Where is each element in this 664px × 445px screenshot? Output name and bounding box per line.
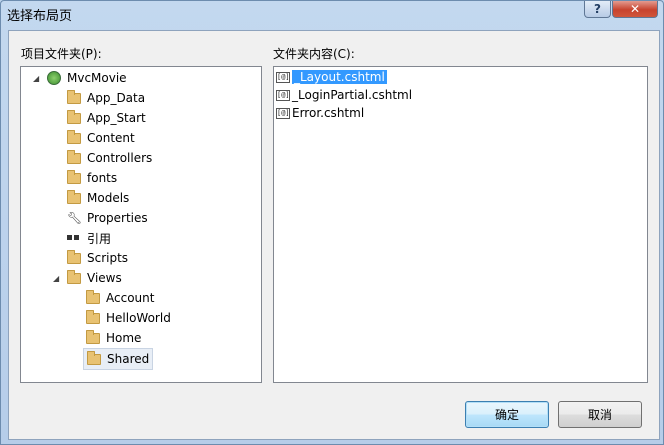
tree-node-fonts[interactable]: fonts bbox=[67, 168, 117, 188]
tree-node-label: Shared bbox=[107, 352, 150, 366]
project-folders-label: 项目文件夹(P): bbox=[21, 47, 102, 61]
tree-node-label: App_Start bbox=[87, 111, 146, 125]
tree-node-label: Controllers bbox=[87, 151, 153, 165]
tree-node-label: Home bbox=[106, 331, 142, 345]
folder-icon bbox=[67, 169, 81, 184]
folder-icon bbox=[67, 269, 81, 284]
tree-node-shared[interactable]: Shared bbox=[83, 348, 154, 370]
window-title: 选择布局页 bbox=[7, 9, 73, 24]
folder-icon bbox=[67, 129, 81, 144]
tree-node-label: MvcMovie bbox=[67, 71, 127, 85]
tree-node-label: App_Data bbox=[87, 91, 146, 105]
tree-node-content[interactable]: Content bbox=[67, 128, 135, 148]
dialog-client-area: 项目文件夹(P): 文件夹内容(C): ◢ MvcMovie App_Data … bbox=[8, 30, 660, 440]
tree-node-label: Account bbox=[106, 291, 155, 305]
folder-icon bbox=[67, 249, 81, 264]
tree-node-label: Scripts bbox=[87, 251, 129, 265]
folder-icon bbox=[86, 329, 100, 344]
file-name: _Layout.cshtml bbox=[292, 70, 387, 84]
tree-node-helloworld[interactable]: HelloWorld bbox=[86, 308, 171, 328]
tree-node-references[interactable]: 引用 bbox=[67, 228, 111, 248]
file-item-layout[interactable]: [@] _Layout.cshtml bbox=[276, 68, 387, 86]
help-button[interactable]: ? bbox=[584, 1, 611, 18]
tree-node-label: 引用 bbox=[87, 231, 112, 246]
tree-node-properties[interactable]: 🔧︎ Properties bbox=[67, 208, 148, 228]
folder-icon bbox=[67, 189, 81, 204]
tree-node-views[interactable]: ◢ Views bbox=[53, 268, 122, 288]
tree-node-label: Properties bbox=[87, 211, 148, 225]
tree-node-scripts[interactable]: Scripts bbox=[67, 248, 128, 268]
folder-contents-label: 文件夹内容(C): bbox=[273, 47, 355, 61]
tree-node-home[interactable]: Home bbox=[86, 328, 141, 348]
wrench-icon: 🔧︎ bbox=[67, 211, 83, 225]
tree-node-root[interactable]: ◢ MvcMovie bbox=[33, 68, 127, 88]
tree-node-controllers[interactable]: Controllers bbox=[67, 148, 152, 168]
tree-node-label: Models bbox=[87, 191, 130, 205]
cancel-button[interactable]: 取消 bbox=[558, 401, 642, 428]
tree-node-label: Views bbox=[87, 271, 122, 285]
folder-icon bbox=[67, 109, 81, 124]
razor-file-icon: [@] bbox=[276, 71, 290, 83]
tree-node-account[interactable]: Account bbox=[86, 288, 154, 308]
ok-button[interactable]: 确定 bbox=[465, 401, 549, 428]
tree-node-label: fonts bbox=[87, 171, 118, 185]
expanded-triangle-icon[interactable]: ◢ bbox=[53, 274, 59, 283]
folder-icon bbox=[86, 309, 100, 324]
file-item-error[interactable]: [@] Error.cshtml bbox=[276, 104, 364, 122]
expanded-triangle-icon[interactable]: ◢ bbox=[33, 74, 39, 83]
file-name: Error.cshtml bbox=[292, 106, 365, 120]
title-bar[interactable]: 选择布局页 ? ✕ bbox=[1, 1, 663, 26]
tree-node-label: Content bbox=[87, 131, 135, 145]
web-project-icon bbox=[47, 71, 61, 85]
folder-icon bbox=[67, 89, 81, 104]
folder-icon bbox=[86, 289, 100, 304]
razor-file-icon: [@] bbox=[276, 107, 290, 119]
tree-node-label: HelloWorld bbox=[106, 311, 171, 325]
folder-icon bbox=[67, 149, 81, 164]
folder-contents-list[interactable]: [@] _Layout.cshtml [@] _LoginPartial.csh… bbox=[273, 66, 648, 383]
file-item-loginpartial[interactable]: [@] _LoginPartial.cshtml bbox=[276, 86, 412, 104]
tree-node-app-data[interactable]: App_Data bbox=[67, 88, 145, 108]
close-button[interactable]: ✕ bbox=[612, 1, 658, 18]
dialog-window: 选择布局页 ? ✕ 项目文件夹(P): 文件夹内容(C): ◢ MvcMovie… bbox=[0, 0, 664, 445]
folder-icon bbox=[87, 350, 101, 365]
file-name: _LoginPartial.cshtml bbox=[292, 88, 413, 102]
project-folder-tree[interactable]: ◢ MvcMovie App_Data App_Start Content Co… bbox=[20, 66, 262, 383]
references-icon bbox=[67, 234, 81, 242]
razor-file-icon: [@] bbox=[276, 89, 290, 101]
tree-node-app-start[interactable]: App_Start bbox=[67, 108, 146, 128]
tree-node-models[interactable]: Models bbox=[67, 188, 129, 208]
